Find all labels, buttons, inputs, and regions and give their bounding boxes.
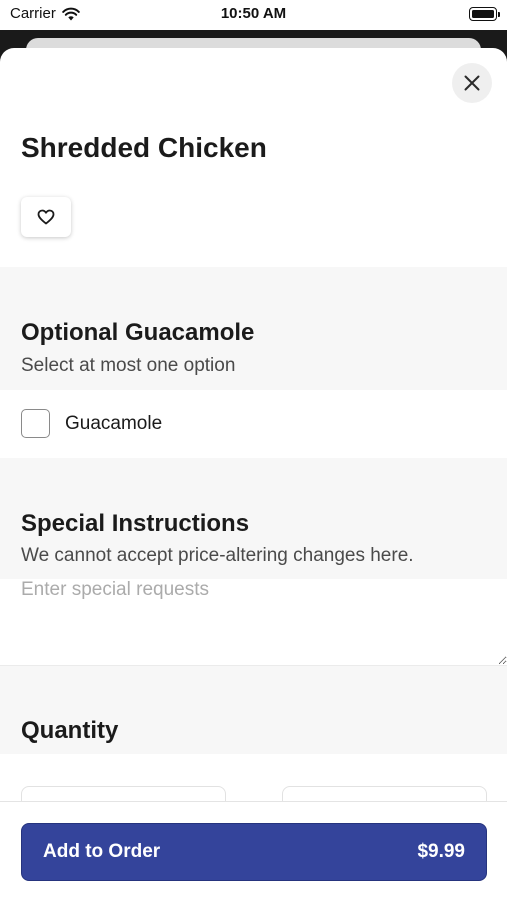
guacamole-section-title: Optional Guacamole — [21, 319, 255, 346]
quantity-section-title: Quantity — [21, 717, 119, 744]
bottom-bar: Add to Order $9.99 — [0, 801, 507, 900]
guacamole-option-row[interactable]: Guacamole — [0, 390, 507, 458]
guacamole-section-subtitle: Select at most one option — [21, 355, 236, 376]
close-icon — [464, 75, 480, 91]
item-detail-sheet: Shredded Chicken Optional Guacamole Sele… — [0, 48, 507, 900]
guacamole-checkbox[interactable] — [21, 409, 50, 438]
item-title: Shredded Chicken — [21, 132, 267, 163]
special-instructions-input[interactable] — [0, 579, 507, 665]
heart-icon — [37, 209, 55, 225]
status-bar: Carrier 10:50 AM — [0, 0, 507, 30]
add-to-order-label: Add to Order — [43, 841, 161, 862]
battery-icon — [469, 7, 500, 21]
guacamole-option-label: Guacamole — [65, 413, 163, 434]
close-button[interactable] — [452, 63, 492, 103]
favorite-button[interactable] — [21, 197, 71, 237]
instructions-section-title: Special Instructions — [21, 510, 250, 537]
instructions-section-subtitle: We cannot accept price-altering changes … — [21, 545, 414, 566]
order-price: $9.99 — [417, 841, 465, 862]
status-time: 10:50 AM — [220, 5, 287, 22]
add-to-order-button[interactable]: Add to Order $9.99 — [21, 823, 487, 881]
